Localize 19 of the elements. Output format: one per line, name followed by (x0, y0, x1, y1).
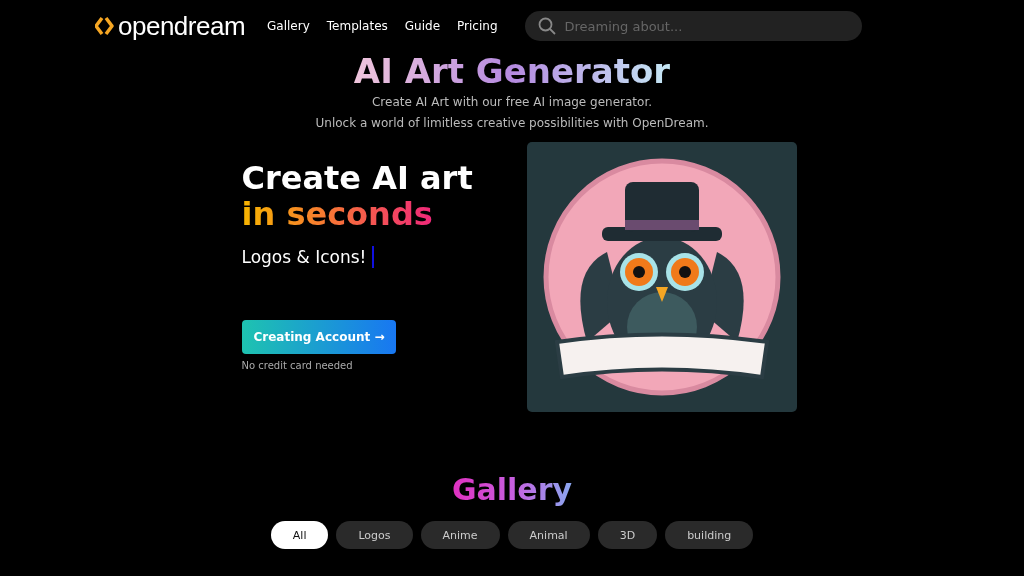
filter-tab[interactable]: All (270, 521, 329, 549)
subtitle-text: Unlock a world of limitless creative possibilities with OpenDream. (314, 115, 710, 132)
nav-link[interactable]: Pricing (457, 19, 498, 33)
typing-text: Logos & Icons! (241, 247, 367, 267)
filter-tab[interactable]: building (665, 521, 754, 549)
filter-tab[interactable]: Anime (420, 521, 500, 549)
subtitle-text: Create AI Art with our free AI image generator. (370, 94, 654, 111)
nav-link[interactable]: Gallery (267, 19, 310, 33)
logo-text[interactable]: opendream (118, 10, 246, 42)
search-field[interactable]: Dreaming about... (524, 11, 862, 41)
cta-note: No credit card needed (241, 360, 353, 371)
filter-tab[interactable]: 3D (597, 521, 658, 549)
logo-icon (95, 16, 115, 36)
nav-link[interactable]: Guide (404, 19, 441, 33)
filter-tab[interactable]: Logos (336, 521, 413, 549)
headline: Create AI art (241, 160, 473, 196)
filter-tab[interactable]: Animal (507, 521, 590, 549)
nav-link[interactable]: Templates (326, 19, 388, 33)
text-cursor (372, 246, 375, 268)
